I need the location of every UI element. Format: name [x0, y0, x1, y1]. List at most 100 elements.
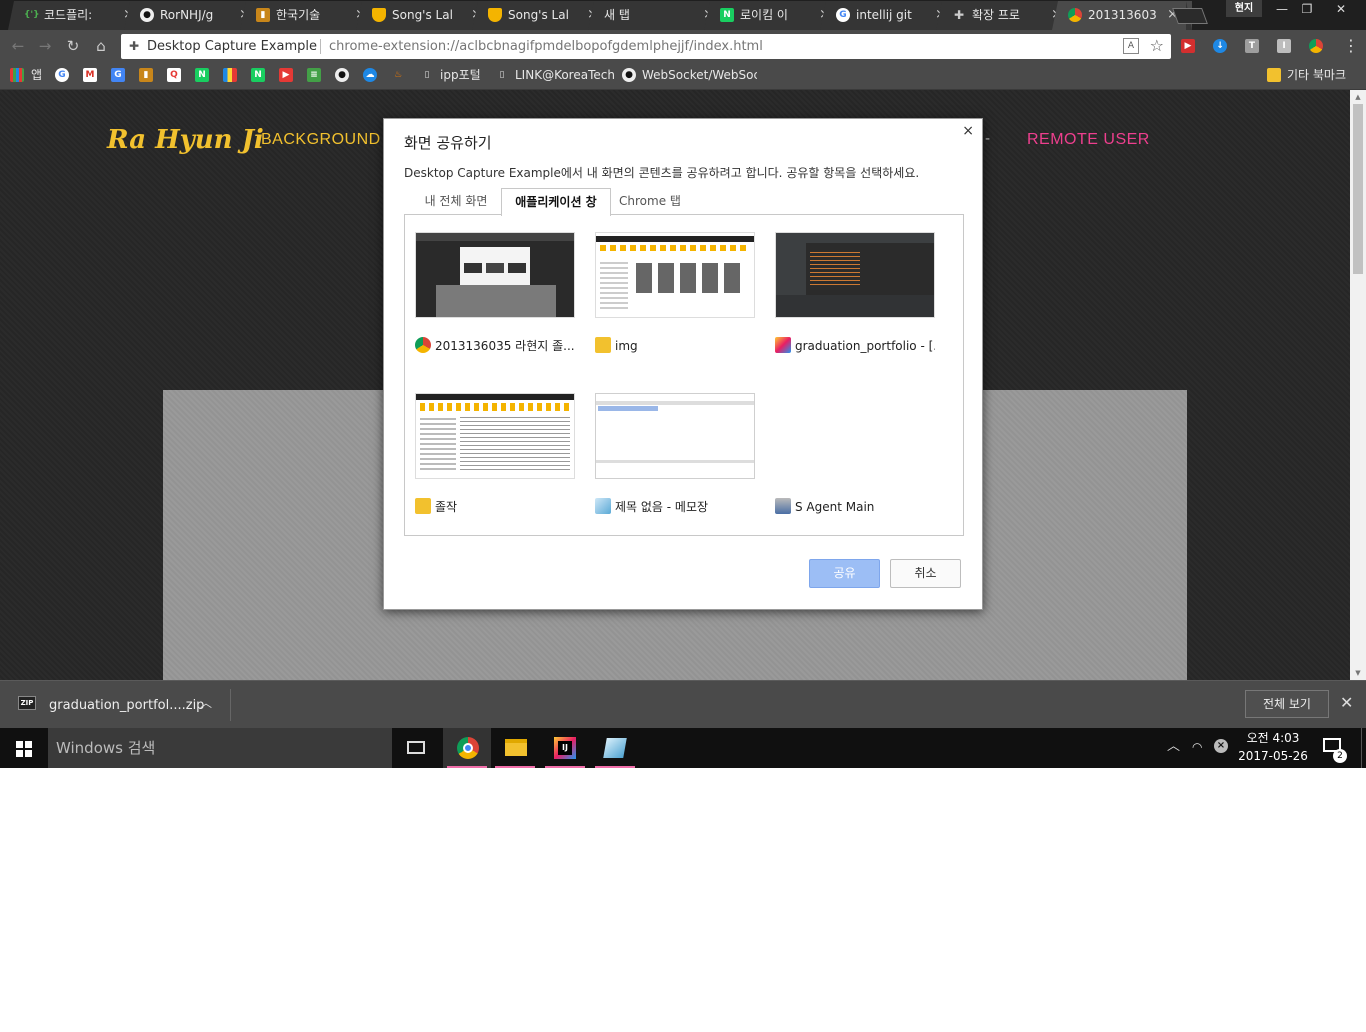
window-close-button[interactable]: ✕ — [1325, 0, 1357, 18]
source-item[interactable]: img — [595, 232, 755, 372]
source-thumbnail — [595, 393, 755, 479]
browser-tab[interactable]: {'} 코드플리: × — [8, 1, 148, 30]
page-scrollbar[interactable]: ▲ ▼ — [1350, 90, 1366, 680]
site-logo[interactable]: Ra Hyun Ji — [107, 125, 264, 155]
taskbar-file-explorer[interactable] — [491, 728, 539, 768]
browser-tab-active[interactable]: 201313603 × — [1052, 1, 1192, 30]
tab-title: 한국기술 — [276, 8, 321, 22]
source-item[interactable]: S Agent Main — [775, 393, 935, 533]
naver-icon[interactable]: N — [251, 68, 265, 82]
share-button[interactable]: 공유 — [809, 559, 880, 588]
bookmark-item[interactable]: LINK@KoreaTech — [515, 67, 615, 83]
nav-background-link[interactable]: BACKGROUND — [261, 131, 381, 149]
menu-icon[interactable]: ⋮ — [1343, 37, 1359, 55]
page-icon: ▯ — [424, 70, 430, 80]
browser-tab[interactable]: ● RorNHJ/g × — [124, 1, 264, 30]
source-item[interactable]: 제목 없음 - 메모장 — [595, 393, 755, 533]
green-bookmark-icon[interactable]: ≡ — [307, 68, 321, 82]
taskbar-chrome[interactable] — [443, 728, 491, 768]
other-bookmarks[interactable]: 기타 북마크 — [1287, 67, 1346, 83]
bookmark-item[interactable]: ipp포털 — [440, 67, 481, 83]
volume-muted-icon[interactable]: × — [1214, 739, 1228, 753]
profile-button[interactable]: 현지 — [1226, 0, 1262, 17]
start-button[interactable] — [0, 728, 48, 768]
source-item[interactable]: 2013136035 라현지 졸... — [415, 232, 575, 372]
nav-separator: - — [985, 131, 991, 147]
omnibox-separator — [320, 39, 321, 54]
intellij-icon — [775, 337, 791, 353]
nav-remote-user-link[interactable]: REMOTE USER — [1027, 131, 1150, 149]
page-icon: ▯ — [499, 70, 505, 80]
back-icon[interactable]: ← — [9, 37, 27, 55]
browser-tab[interactable]: ✚ 확장 프로 × — [936, 1, 1076, 30]
reload-icon[interactable]: ↻ — [64, 37, 82, 55]
gmail-icon[interactable]: M — [83, 68, 97, 82]
cancel-button[interactable]: 취소 — [890, 559, 961, 588]
network-icon[interactable]: ◠ — [1192, 739, 1202, 755]
youtube-icon[interactable]: ▶ — [279, 68, 293, 82]
task-view-button[interactable] — [392, 728, 440, 768]
chrome-icon — [457, 737, 479, 759]
folder-icon — [415, 498, 431, 514]
clock-time[interactable]: 오전 4:03 — [1240, 731, 1306, 746]
bookmark-item[interactable]: WebSocket/WebSock — [642, 67, 757, 83]
new-tab-button[interactable] — [1172, 8, 1208, 24]
home-icon[interactable]: ⌂ — [92, 37, 110, 55]
tray-chevron-up-icon[interactable]: ︿ — [1167, 739, 1180, 755]
search-bookmark-icon[interactable]: Q — [167, 68, 181, 82]
close-shelf-icon[interactable]: ✕ — [1340, 694, 1353, 712]
translate-bookmark-icon[interactable]: G — [111, 68, 125, 82]
show-desktop-button[interactable] — [1361, 728, 1366, 768]
browser-tab[interactable]: Song's Lal × — [356, 1, 496, 30]
restore-button[interactable]: ❐ — [1291, 0, 1323, 18]
extension-red-icon[interactable]: ▶ — [1181, 39, 1195, 53]
windows-taskbar: Windows 검색 IJ ︿ ◠ × 오전 4:03 2017-05-26 2 — [0, 728, 1366, 768]
chrome-extension-icon[interactable] — [1309, 39, 1323, 53]
scroll-up-icon[interactable]: ▲ — [1353, 93, 1363, 101]
browser-tab[interactable]: N 로이킴 이 × — [704, 1, 844, 30]
translate-icon[interactable]: A — [1123, 38, 1139, 54]
show-all-downloads-button[interactable]: 전체 보기 — [1245, 690, 1329, 718]
koreatech-icon[interactable]: ▮ — [139, 68, 153, 82]
browser-tab[interactable]: 새 탭 × — [588, 1, 728, 30]
url-text[interactable]: chrome-extension://aclbcbnagifpmdelbopof… — [329, 39, 763, 54]
chevron-up-icon[interactable]: ︿ — [200, 695, 212, 711]
apps-icon[interactable] — [10, 68, 24, 82]
source-item[interactable]: 졸작 — [415, 393, 575, 533]
windows-search-box[interactable]: Windows 검색 — [48, 728, 392, 768]
tab-title: RorNHJ/g — [160, 8, 214, 22]
dialog-description: Desktop Capture Example에서 내 화면의 콘텐츠를 공유하… — [404, 166, 920, 180]
tab-chrome-tab[interactable]: Chrome 탭 — [614, 188, 686, 215]
browser-tab[interactable]: ▮ 한국기술 × — [240, 1, 380, 30]
java-icon[interactable]: ♨ — [391, 68, 405, 82]
notepad-icon — [603, 738, 627, 758]
browser-tab[interactable]: Song's Lal × — [472, 1, 612, 30]
taskbar-intellij[interactable]: IJ — [541, 728, 589, 768]
zip-file-icon: ZIP — [18, 696, 36, 710]
cloud-icon[interactable]: ☁ — [363, 68, 377, 82]
naver-icon[interactable]: N — [195, 68, 209, 82]
taskbar-notepad[interactable] — [591, 728, 639, 768]
screen-share-dialog: × 화면 공유하기 Desktop Capture Example에서 내 화면… — [383, 118, 983, 610]
forward-icon[interactable]: → — [36, 37, 54, 55]
source-item[interactable]: graduation_portfolio - [... — [775, 232, 935, 372]
download-filename[interactable]: graduation_portfol....zip — [49, 698, 204, 714]
scroll-thumb[interactable] — [1353, 104, 1363, 274]
colorful-bookmark-icon[interactable] — [223, 68, 237, 82]
extension-i-icon[interactable]: I — [1277, 39, 1291, 53]
extension-t-icon[interactable]: T — [1245, 39, 1259, 53]
bookmark-apps[interactable]: 앱 — [31, 67, 42, 83]
github-icon[interactable]: ● — [335, 68, 349, 82]
tab-application-window[interactable]: 애플리케이션 창 — [501, 188, 611, 216]
scroll-down-icon[interactable]: ▼ — [1353, 669, 1363, 677]
bookmark-star-icon[interactable]: ☆ — [1150, 37, 1164, 55]
puzzle-icon: ✚ — [953, 8, 965, 22]
address-bar[interactable]: ✚ Desktop Capture Example chrome-extensi… — [121, 34, 1171, 59]
github-icon: ● — [140, 8, 154, 22]
clock-date[interactable]: 2017-05-26 — [1238, 749, 1308, 764]
tab-entire-screen[interactable]: 내 전체 화면 — [414, 188, 498, 215]
google-icon[interactable]: G — [55, 68, 69, 82]
browser-tab[interactable]: G intellij git × — [820, 1, 960, 30]
dialog-close-icon[interactable]: × — [962, 123, 974, 139]
download-extension-icon[interactable]: ↓ — [1213, 39, 1227, 53]
